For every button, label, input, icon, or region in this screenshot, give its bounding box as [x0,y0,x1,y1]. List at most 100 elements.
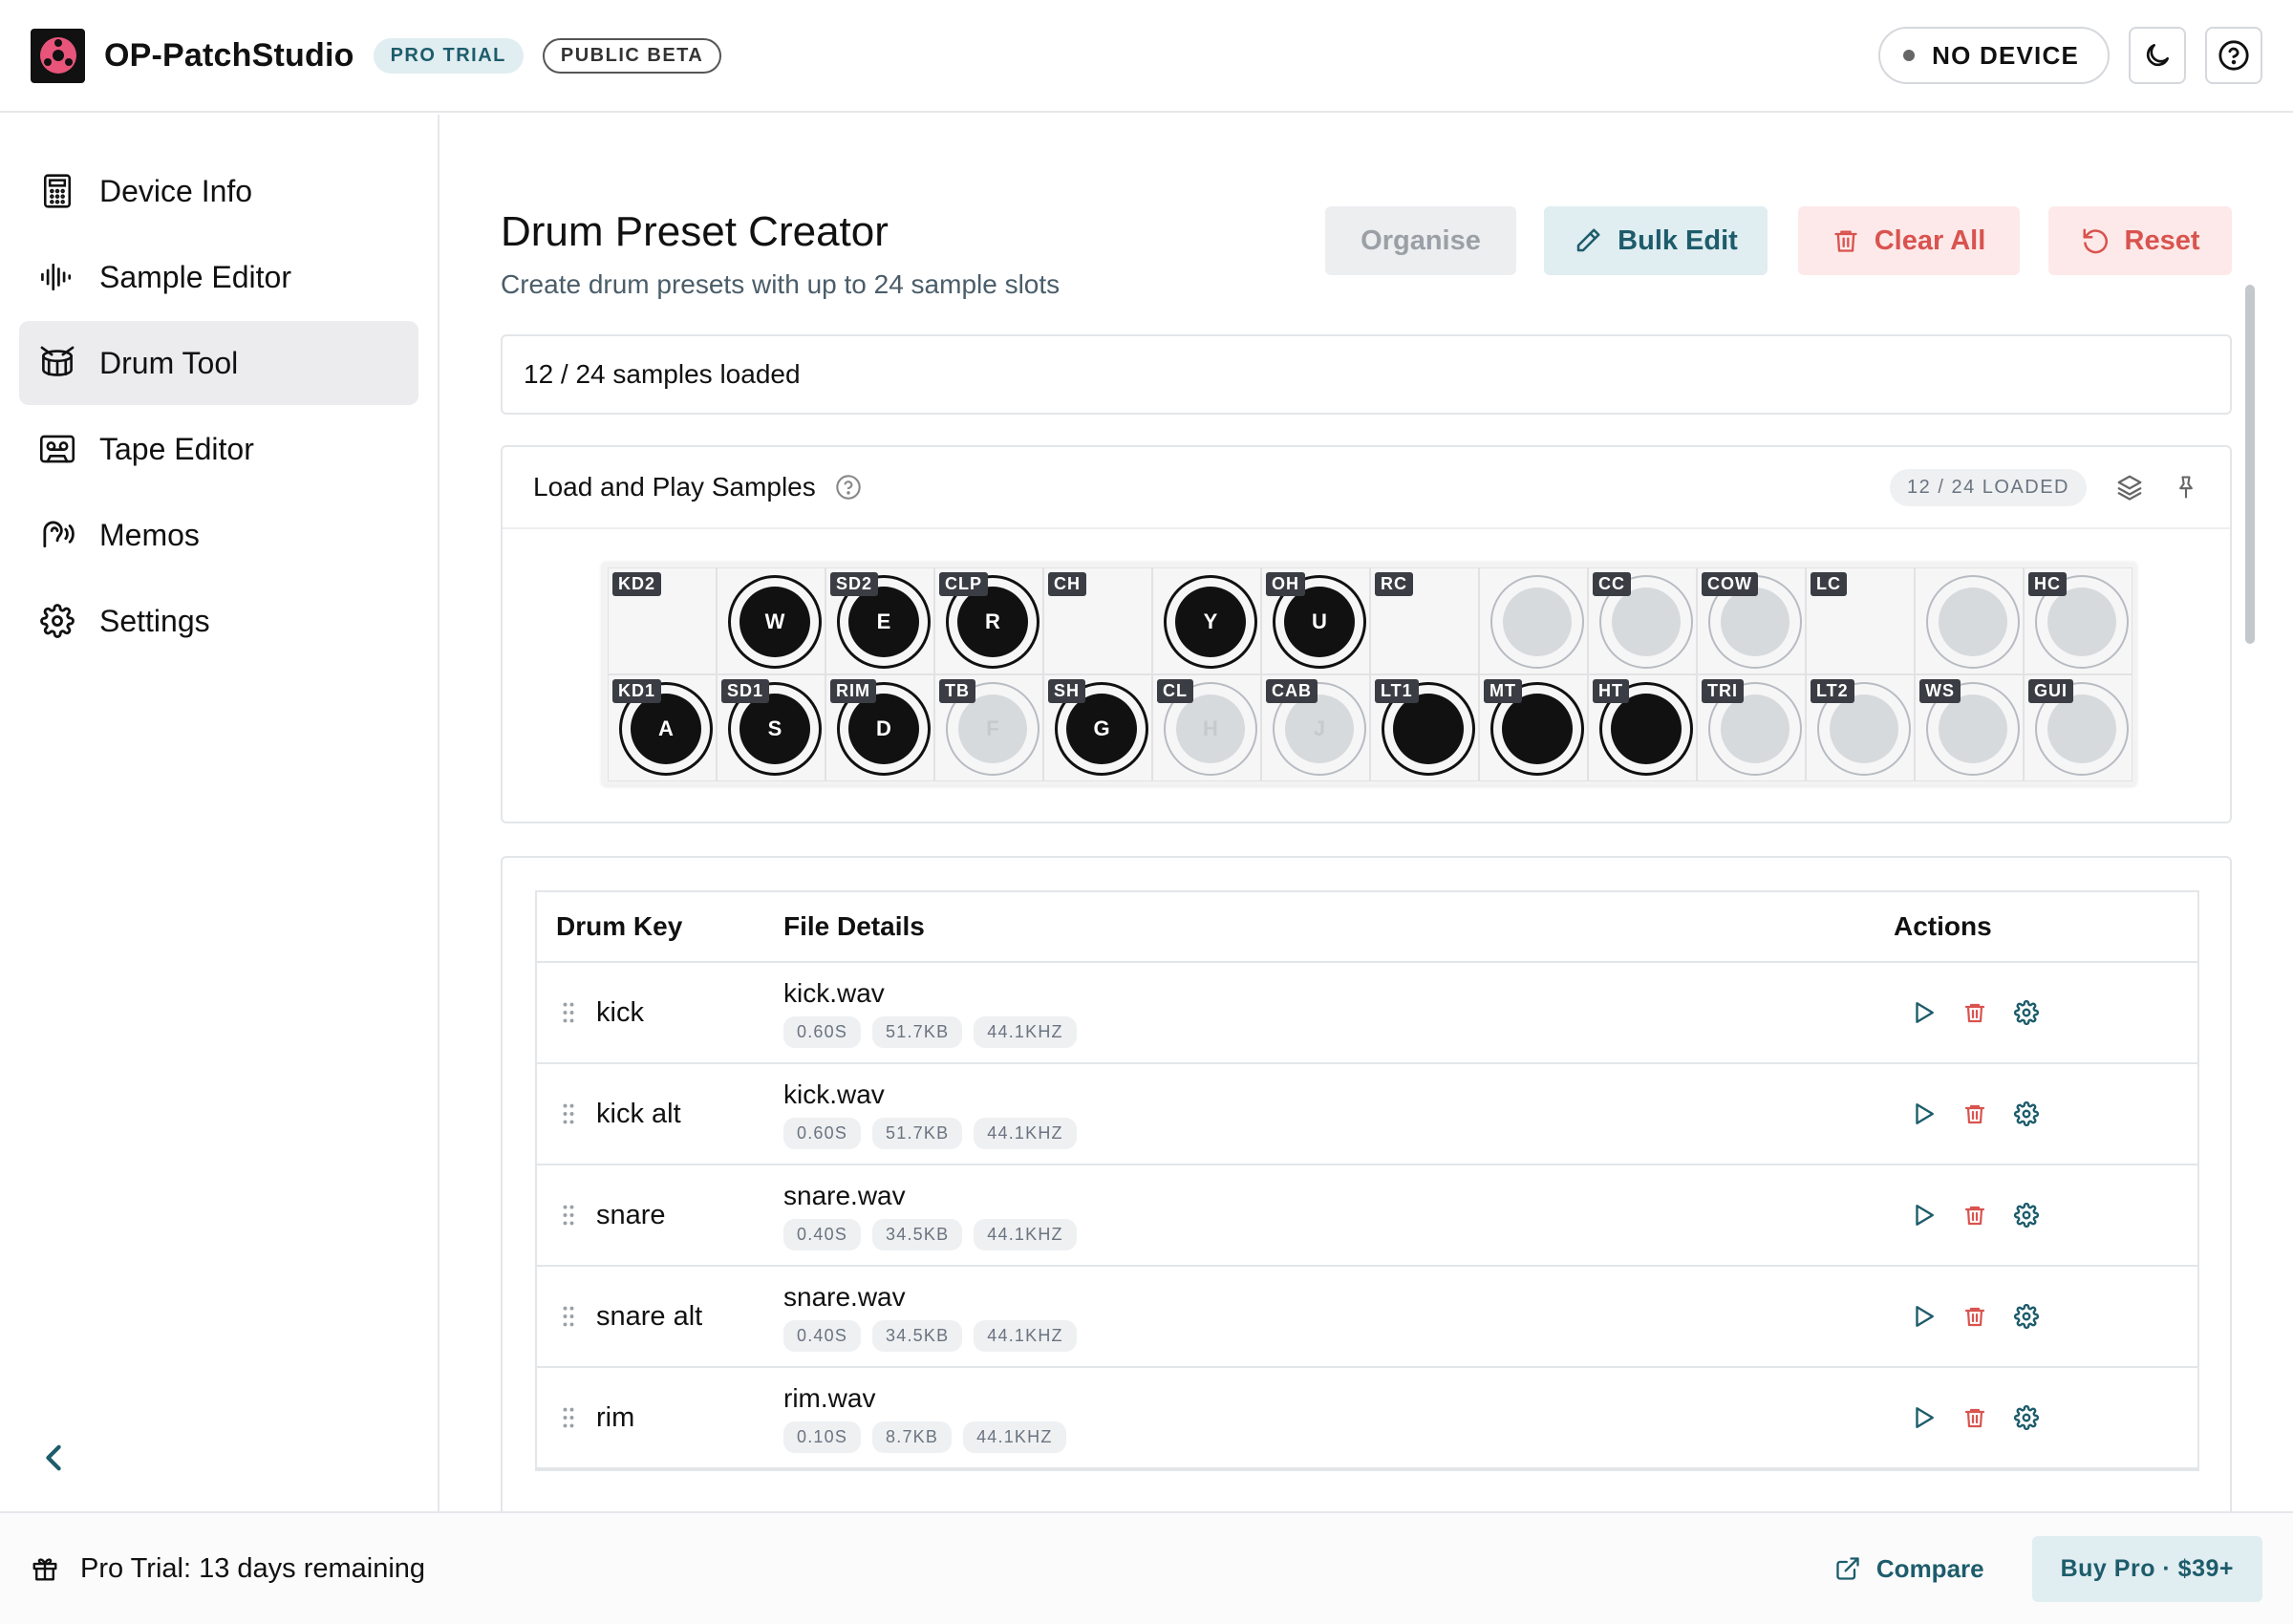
duration-chip: 0.40S [783,1218,862,1250]
drum-pad[interactable]: SD1 S [717,674,825,781]
gear-icon[interactable] [2014,1101,2039,1126]
drum-pad[interactable]: TB F [934,674,1043,781]
pad-key [1721,694,1789,763]
drag-handle-icon[interactable] [562,1406,575,1429]
pad-trigger[interactable] [1490,575,1584,669]
header-actions: Actions [1894,911,1992,941]
device-status-button[interactable]: NO DEVICE [1878,27,2110,84]
gear-icon[interactable] [2014,1304,2039,1329]
drum-pad[interactable] [1915,567,2024,674]
help-icon[interactable] [835,474,862,501]
sidebar-item-tape-editor[interactable]: Tape Editor [19,407,418,491]
drum-pad[interactable]: Y [1152,567,1261,674]
pad-trigger[interactable]: Y [1164,575,1257,669]
drum-pad[interactable]: SD2 E [825,567,934,674]
drag-handle-icon[interactable] [562,1001,575,1024]
drum-pad[interactable]: CC [1588,567,1697,674]
theme-toggle-button[interactable] [2129,27,2186,84]
sidebar-item-drum-tool[interactable]: Drum Tool [19,321,418,405]
app-logo [31,28,85,83]
drum-pad[interactable]: WS [1915,674,2024,781]
table-row[interactable]: rim rim.wav 0.10S 8.7KB 44.1KHZ [537,1368,2197,1469]
drum-pad[interactable]: W [717,567,825,674]
table-row[interactable]: kick alt kick.wav 0.60S 51.7KB 44.1KHZ [537,1064,2197,1165]
play-icon[interactable] [1911,1203,1936,1228]
trash-icon[interactable] [1962,1101,1987,1126]
layers-icon[interactable] [2115,473,2144,502]
pad-label: SD2 [830,572,879,596]
drum-pad[interactable]: LT1 [1370,674,1479,781]
play-icon[interactable] [1911,1405,1936,1430]
samples-loaded-status: 12 / 24 samples loaded [501,334,2232,415]
drum-pad[interactable]: GUI [2024,674,2132,781]
buy-pro-button[interactable]: Buy Pro · $39+ [2031,1535,2262,1602]
pad-key: A [631,694,701,764]
play-icon[interactable] [1911,1000,1936,1025]
drum-pad[interactable]: SH G [1043,674,1152,781]
pad-trigger[interactable] [1926,575,2020,669]
sidebar-item-memos[interactable]: Memos [19,493,418,577]
pin-icon[interactable] [2173,473,2199,502]
drag-handle-icon[interactable] [562,1305,575,1328]
drag-handle-icon[interactable] [562,1102,575,1125]
collapse-sidebar-button[interactable] [36,1441,71,1475]
table-row[interactable]: kick kick.wav 0.60S 51.7KB 44.1KHZ [537,963,2197,1064]
pad-key [1612,588,1681,656]
drum-pad[interactable] [1479,567,1588,674]
drum-key-name: kick alt [596,1098,681,1129]
trash-icon[interactable] [1962,1000,1987,1025]
bulk-edit-button[interactable]: Bulk Edit [1544,206,1768,275]
play-icon[interactable] [1911,1304,1936,1329]
play-icon[interactable] [1911,1101,1936,1126]
drum-pad[interactable]: CL H [1152,674,1261,781]
drum-pad[interactable]: HC [2024,567,2132,674]
drum-pad[interactable]: RIM D [825,674,934,781]
file-name: kick.wav [783,977,885,1008]
drum-pad[interactable]: KD2 [608,567,717,674]
trash-icon[interactable] [1962,1203,1987,1228]
bulk-edit-label: Bulk Edit [1618,224,1738,256]
compare-link[interactable]: Compare [1834,1554,1984,1584]
drum-pad[interactable]: LC [1806,567,1915,674]
trash-icon[interactable] [1962,1304,1987,1329]
clear-all-button[interactable]: Clear All [1798,206,2020,275]
drum-pad[interactable]: MT [1479,674,1588,781]
gear-icon[interactable] [2014,1203,2039,1228]
sidebar-item-sample-editor[interactable]: Sample Editor [19,235,418,319]
drum-pad[interactable]: OH U [1261,567,1370,674]
duration-chip: 0.60S [783,1117,862,1149]
gear-icon[interactable] [2014,1000,2039,1025]
gear-icon[interactable] [2014,1405,2039,1430]
organise-button[interactable]: Organise [1325,206,1516,275]
drum-pad[interactable]: CH [1043,567,1152,674]
trash-icon [1834,230,1857,252]
main-scrollbar[interactable] [2245,285,2255,644]
sample-rate-chip: 44.1KHZ [963,1421,1066,1453]
reset-button[interactable]: Reset [2048,206,2232,275]
table-row[interactable]: snare snare.wav 0.40S 34.5KB 44.1KHZ [537,1165,2197,1267]
table-row[interactable]: snare alt snare.wav 0.40S 34.5KB 44.1KHZ [537,1267,2197,1368]
trash-icon[interactable] [1962,1405,1987,1430]
pad-label: LT1 [1375,679,1419,703]
drum-pad[interactable]: TRI [1697,674,1806,781]
table-body: kick kick.wav 0.60S 51.7KB 44.1KHZ kick alt ki… [537,963,2197,1469]
sidebar-item-settings[interactable]: Settings [19,579,418,663]
main-content: Drum Preset Creator Create drum presets … [441,115,2293,1511]
drum-icon [38,344,76,382]
help-button[interactable] [2205,27,2262,84]
drag-handle-icon[interactable] [562,1204,575,1227]
pad-label: COW [1702,572,1758,596]
drum-pad[interactable]: CLP R [934,567,1043,674]
sidebar-item-device-info[interactable]: Device Info [19,149,418,233]
duration-chip: 0.60S [783,1015,862,1048]
pad-key: U [1284,587,1355,657]
drum-pad[interactable]: CAB J [1261,674,1370,781]
drum-pad[interactable]: RC [1370,567,1479,674]
drum-pad[interactable]: LT2 [1806,674,1915,781]
drum-pad[interactable]: COW [1697,567,1806,674]
drum-pad[interactable]: KD1 A [608,674,717,781]
file-details-cell: snare.wav 0.40S 34.5KB 44.1KHZ [783,1282,1894,1352]
drum-pad[interactable]: HT [1588,674,1697,781]
actions-cell [1894,1405,2180,1430]
pad-trigger[interactable]: W [728,575,822,669]
